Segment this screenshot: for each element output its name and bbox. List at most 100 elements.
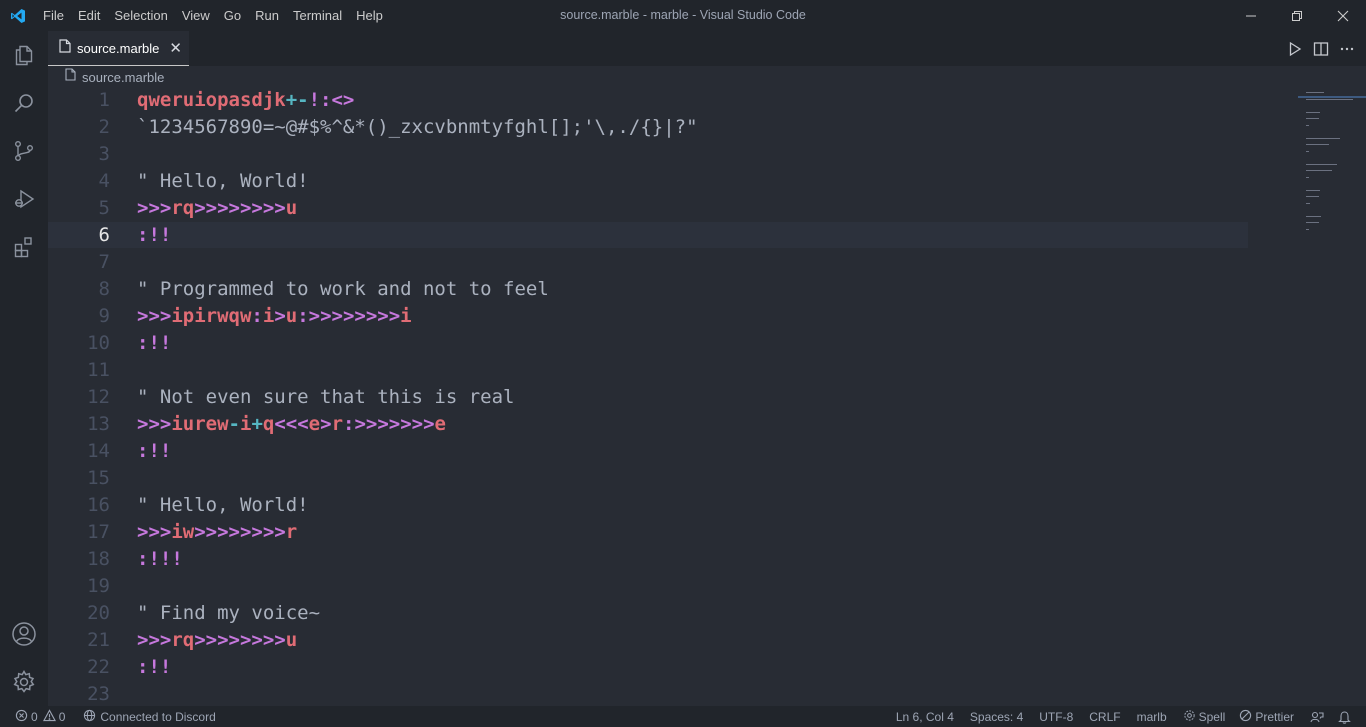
token: :!! bbox=[137, 224, 172, 246]
code-line[interactable]: 10:!! bbox=[48, 330, 1248, 357]
vscode-logo-icon bbox=[0, 0, 36, 31]
code-line[interactable]: 14:!! bbox=[48, 438, 1248, 465]
menu-go[interactable]: Go bbox=[217, 0, 248, 31]
indentation[interactable]: Spaces: 4 bbox=[965, 706, 1028, 727]
token: > bbox=[274, 305, 286, 327]
code-line[interactable]: 12 " Not even sure that this is real bbox=[48, 384, 1248, 411]
run-debug-icon[interactable] bbox=[0, 175, 48, 223]
close-icon[interactable]: ✕ bbox=[169, 39, 182, 57]
extensions-icon[interactable] bbox=[0, 223, 48, 271]
minimap-line bbox=[1306, 196, 1320, 197]
token: :>>>>>>>> bbox=[297, 305, 401, 327]
token: iw bbox=[171, 521, 195, 543]
menu-help[interactable]: Help bbox=[349, 0, 390, 31]
token: " Programmed to work and not to feel bbox=[137, 278, 549, 300]
code-line[interactable]: 8 " Programmed to work and not to feel bbox=[48, 276, 1248, 303]
minimap-line bbox=[1306, 176, 1309, 178]
menu-file[interactable]: File bbox=[36, 0, 71, 31]
code-line[interactable]: 20 " Find my voice~ bbox=[48, 600, 1248, 627]
spell-check[interactable]: Spell bbox=[1178, 706, 1231, 727]
line-number: 14 bbox=[87, 440, 110, 462]
line-number: 11 bbox=[87, 359, 110, 381]
code-line[interactable]: 13 >>>iurew-i+q<<<e>r:>>>>>>>e bbox=[48, 411, 1248, 438]
more-actions-icon[interactable] bbox=[1334, 36, 1360, 62]
token: :!! bbox=[137, 332, 172, 354]
line-code: " Hello, World! bbox=[137, 492, 309, 519]
line-code: " Not even sure that this is real bbox=[137, 384, 515, 411]
code-line[interactable]: 7 bbox=[48, 249, 1248, 276]
code-line[interactable]: 15 bbox=[48, 465, 1248, 492]
token: >>>>>>>> bbox=[194, 197, 286, 219]
code-line[interactable]: 9 >>>ipirwqw:i>u:>>>>>>>>i bbox=[48, 303, 1248, 330]
menu-run[interactable]: Run bbox=[248, 0, 286, 31]
line-code: " Hello, World! bbox=[137, 168, 309, 195]
bell-icon[interactable] bbox=[1333, 706, 1356, 727]
code-line[interactable]: 17 >>>iw>>>>>>>>r bbox=[48, 519, 1248, 546]
token: i bbox=[400, 305, 412, 327]
menu-edit[interactable]: Edit bbox=[71, 0, 107, 31]
token: " Not even sure that this is real bbox=[137, 386, 515, 408]
file-icon bbox=[65, 68, 76, 86]
language-mode[interactable]: marlb bbox=[1132, 706, 1172, 727]
line-code: `1234567890=~@#$%^&*()_zxcvbnmtyfghl[];'… bbox=[137, 114, 698, 141]
minimap-line bbox=[1306, 144, 1329, 145]
breadcrumb-file[interactable]: source.marble bbox=[82, 70, 164, 85]
code-line[interactable]: 2 `1234567890=~@#$%^&*()_zxcvbnmtyfghl[];… bbox=[48, 114, 1248, 141]
line-number: 3 bbox=[98, 143, 110, 165]
line-number: 10 bbox=[87, 332, 110, 354]
window-close-icon[interactable] bbox=[1320, 0, 1366, 31]
code-line[interactable]: 6:!! bbox=[48, 222, 1248, 249]
token: +- bbox=[285, 89, 309, 111]
menu-terminal[interactable]: Terminal bbox=[286, 0, 349, 31]
code-line[interactable]: 19 bbox=[48, 573, 1248, 600]
restore-icon[interactable] bbox=[1274, 0, 1320, 31]
code-line[interactable]: 23 bbox=[48, 681, 1248, 706]
window-controls bbox=[1228, 0, 1366, 31]
code-line[interactable]: 1 qweruiopasdjk+-!:<> bbox=[48, 88, 1248, 114]
cursor-position[interactable]: Ln 6, Col 4 bbox=[891, 706, 959, 727]
token: " Find my voice~ bbox=[137, 602, 321, 624]
token: + bbox=[251, 413, 263, 435]
minimap-line bbox=[1306, 222, 1320, 223]
menu-view[interactable]: View bbox=[175, 0, 217, 31]
line-number: 12 bbox=[87, 386, 110, 408]
token: >>> bbox=[137, 629, 172, 651]
tab-source-marble[interactable]: source.marble ✕ bbox=[48, 31, 189, 66]
code-line[interactable]: 16 " Hello, World! bbox=[48, 492, 1248, 519]
account-icon[interactable] bbox=[0, 610, 48, 658]
prettier-status[interactable]: Prettier bbox=[1234, 706, 1299, 727]
split-editor-icon[interactable] bbox=[1308, 36, 1334, 62]
token: >>> bbox=[137, 521, 172, 543]
discord-status[interactable]: Connected to Discord bbox=[78, 706, 220, 727]
token: >>> bbox=[137, 413, 172, 435]
token: u bbox=[285, 305, 298, 327]
line-code: :!!! bbox=[137, 546, 183, 573]
code-line[interactable]: 5 >>>rq>>>>>>>>u bbox=[48, 195, 1248, 222]
code-line[interactable]: 21 >>>rq>>>>>>>>u bbox=[48, 627, 1248, 654]
explorer-icon[interactable] bbox=[0, 31, 48, 79]
feedback-icon[interactable] bbox=[1305, 706, 1329, 727]
encoding[interactable]: UTF-8 bbox=[1034, 706, 1078, 727]
search-icon[interactable] bbox=[0, 79, 48, 127]
token: : bbox=[251, 305, 263, 327]
source-control-icon[interactable] bbox=[0, 127, 48, 175]
minimap[interactable] bbox=[1298, 88, 1366, 706]
token: :!!! bbox=[137, 548, 183, 570]
token: rq bbox=[171, 197, 195, 219]
code-line[interactable]: 4 " Hello, World! bbox=[48, 168, 1248, 195]
line-code: :!! bbox=[137, 330, 171, 357]
minimize-icon[interactable] bbox=[1228, 0, 1274, 31]
settings-gear-icon[interactable] bbox=[0, 658, 48, 706]
code-line[interactable]: 11 bbox=[48, 357, 1248, 384]
code-line[interactable]: 3 bbox=[48, 141, 1248, 168]
problems-indicator[interactable]: 0 0 bbox=[10, 706, 70, 727]
token: rq bbox=[171, 629, 195, 651]
run-icon[interactable] bbox=[1282, 36, 1308, 62]
line-number: 6 bbox=[98, 224, 110, 246]
code-line[interactable]: 18:!!! bbox=[48, 546, 1248, 573]
minimap-line bbox=[1306, 189, 1321, 191]
code-line[interactable]: 22:!! bbox=[48, 654, 1248, 681]
code-editor[interactable]: 1 qweruiopasdjk+-!:<> 2 `1234567890=~@#$%^&… bbox=[48, 88, 1366, 706]
menu-selection[interactable]: Selection bbox=[107, 0, 174, 31]
end-of-line[interactable]: CRLF bbox=[1084, 706, 1125, 727]
